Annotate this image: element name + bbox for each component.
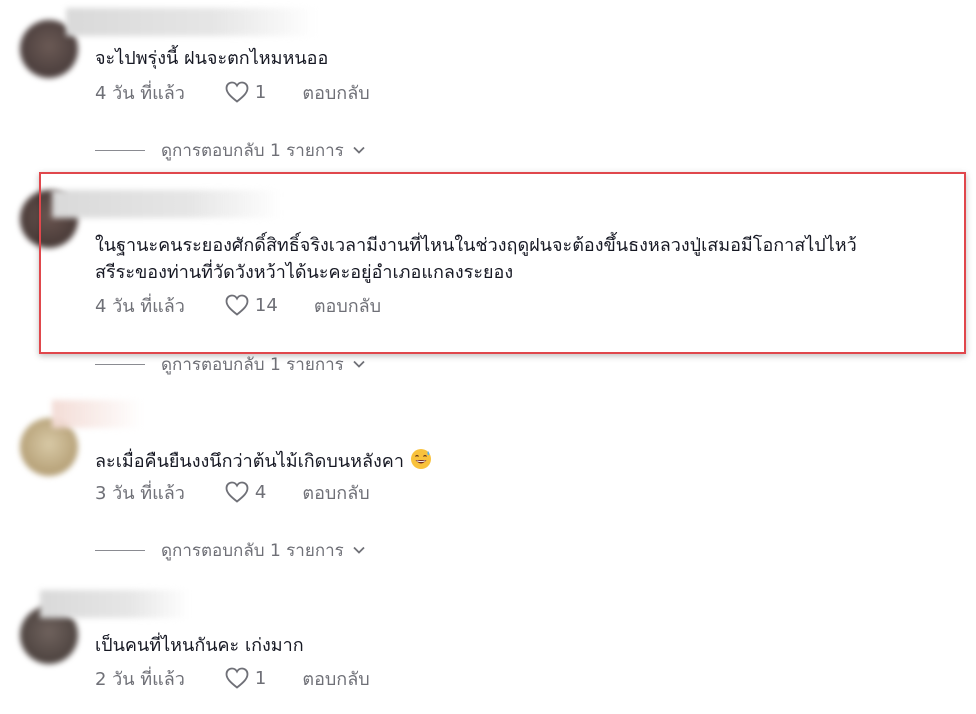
reply-button[interactable]: ตอบกลับ: [302, 78, 369, 107]
comment-time: 4 วัน ที่แล้ว: [95, 295, 185, 317]
comment-time: 3 วัน ที่แล้ว: [95, 482, 185, 504]
comment-time: 4 วัน ที่แล้ว: [95, 82, 185, 104]
comment-text-content: ละเมื่อคืนยืนงงนึกว่าต้นไม้เกิดบนหลังคา: [95, 451, 404, 472]
divider: [95, 363, 145, 365]
view-replies-button[interactable]: ดูการตอบกลับ 1 รายการ: [95, 352, 366, 376]
view-replies-label: ดูการตอบกลับ 1 รายการ: [161, 354, 344, 375]
like-button[interactable]: 14: [225, 294, 278, 316]
username-blurred[interactable]: [52, 400, 142, 428]
sweat-smile-emoji: [410, 449, 431, 469]
comment-text: จะไปพรุ่งนี้ ฝนจะตกไหมหนออ: [95, 48, 329, 69]
reply-button[interactable]: ตอบกลับ: [302, 664, 369, 693]
view-replies-button[interactable]: ดูการตอบกลับ 1 รายการ: [95, 138, 366, 162]
like-count: 4: [254, 481, 267, 503]
username-blurred[interactable]: [40, 590, 190, 618]
like-count: 1: [254, 81, 267, 103]
like-count: 14: [254, 294, 278, 316]
comment-meta: 4 วัน ที่แล้ว 1 ตอบกลับ: [95, 79, 370, 105]
heart-outline-icon: [225, 294, 249, 316]
like-button[interactable]: 1: [225, 667, 266, 689]
view-replies-label: ดูการตอบกลับ 1 รายการ: [161, 140, 344, 161]
comment-meta: 4 วัน ที่แล้ว 14 ตอบกลับ: [95, 292, 381, 318]
divider: [95, 149, 145, 151]
heart-outline-icon: [225, 81, 249, 103]
username-blurred[interactable]: [66, 8, 316, 36]
comment-meta: 3 วัน ที่แล้ว 4 ตอบกลับ: [95, 479, 370, 505]
comment-text: ในฐานะคนระยองศักดิ์สิทธิ์จริงเวลามีงานที…: [95, 235, 857, 256]
view-replies-label: ดูการตอบกลับ 1 รายการ: [161, 540, 344, 561]
comment-text: ละเมื่อคืนยืนงงนึกว่าต้นไม้เกิดบนหลังคา: [95, 448, 432, 475]
divider: [95, 549, 145, 551]
like-count: 1: [254, 667, 267, 689]
username-blurred[interactable]: [52, 190, 282, 218]
reply-button[interactable]: ตอบกลับ: [302, 478, 369, 507]
comment-meta: 2 วัน ที่แล้ว 1 ตอบกลับ: [95, 665, 370, 691]
chevron-down-icon: [353, 146, 365, 154]
heart-outline-icon: [225, 481, 249, 503]
chevron-down-icon: [353, 546, 365, 554]
view-replies-button[interactable]: ดูการตอบกลับ 1 รายการ: [95, 538, 366, 562]
heart-outline-icon: [225, 667, 249, 689]
comment-text: สรีระของท่านที่วัดวังหว้าได้นะคะอยู่อำเภ…: [95, 262, 514, 283]
comment-text: เป็นคนที่ไหนกันคะ เก่งมาก: [95, 635, 304, 656]
like-button[interactable]: 4: [225, 481, 266, 503]
chevron-down-icon: [353, 360, 365, 368]
like-button[interactable]: 1: [225, 81, 266, 103]
comment-time: 2 วัน ที่แล้ว: [95, 668, 185, 690]
reply-button[interactable]: ตอบกลับ: [314, 291, 381, 320]
